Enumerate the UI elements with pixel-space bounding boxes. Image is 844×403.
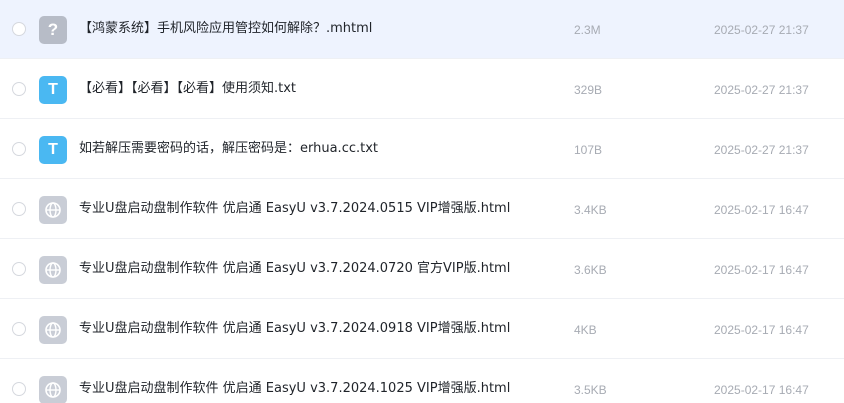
file-name[interactable]: 【必看】【必看】【必看】使用须知.txt	[79, 79, 296, 99]
file-name[interactable]: 专业U盘启动盘制作软件 优启通 EasyU v3.7.2024.0515 VIP…	[79, 199, 510, 219]
row-checkbox[interactable]	[12, 322, 26, 336]
file-list: ? 【鸿蒙系统】手机风险应用管控如何解除？.mhtml 2.3M 2025-02-27…	[0, 0, 844, 403]
globe-glyph	[45, 322, 61, 338]
row-checkbox[interactable]	[12, 262, 26, 276]
web-file-icon	[39, 316, 67, 344]
file-size: 4KB	[574, 323, 597, 337]
file-size: 329B	[574, 83, 603, 97]
file-date: 2025-02-17 16:47	[714, 263, 809, 277]
file-name[interactable]: 如若解压需要密码的话，解压密码是：erhua.cc.txt	[79, 139, 378, 159]
file-date: 2025-02-27 21:37	[714, 23, 809, 37]
file-name[interactable]: 专业U盘启动盘制作软件 优启通 EasyU v3.7.2024.0918 VIP…	[79, 319, 510, 339]
file-size: 3.4KB	[574, 203, 607, 217]
row-checkbox[interactable]	[12, 382, 26, 396]
row-checkbox[interactable]	[12, 202, 26, 216]
file-size: 2.3M	[574, 23, 601, 37]
file-name[interactable]: 专业U盘启动盘制作软件 优启通 EasyU v3.7.2024.1025 VIP…	[79, 379, 510, 399]
file-row[interactable]: 专业U盘启动盘制作软件 优启通 EasyU v3.7.2024.0720 官方V…	[0, 240, 844, 299]
file-row[interactable]: 专业U盘启动盘制作软件 优启通 EasyU v3.7.2024.1025 VIP…	[0, 360, 844, 403]
file-icon-glyph: T	[48, 81, 58, 98]
file-row[interactable]: T 【必看】【必看】【必看】使用须知.txt 329B 2025-02-27 21:3…	[0, 60, 844, 119]
web-file-icon	[39, 256, 67, 284]
file-date: 2025-02-17 16:47	[714, 203, 809, 217]
globe-glyph	[45, 202, 61, 218]
file-row[interactable]: T 如若解压需要密码的话，解压密码是：erhua.cc.txt 107B 2025-0…	[0, 120, 844, 179]
text-file-icon: T	[39, 136, 67, 164]
row-checkbox[interactable]	[12, 142, 26, 156]
web-file-icon	[39, 196, 67, 224]
file-icon-glyph: T	[48, 141, 58, 158]
file-row[interactable]: 专业U盘启动盘制作软件 优启通 EasyU v3.7.2024.0918 VIP…	[0, 300, 844, 359]
text-file-icon: T	[39, 76, 67, 104]
file-size: 107B	[574, 143, 603, 157]
file-name[interactable]: 专业U盘启动盘制作软件 优启通 EasyU v3.7.2024.0720 官方V…	[79, 259, 510, 279]
file-row[interactable]: 专业U盘启动盘制作软件 优启通 EasyU v3.7.2024.0515 VIP…	[0, 180, 844, 239]
file-date: 2025-02-17 16:47	[714, 323, 809, 337]
row-checkbox[interactable]	[12, 82, 26, 96]
file-icon-glyph: ?	[47, 20, 59, 39]
file-date: 2025-02-27 21:37	[714, 143, 809, 157]
row-checkbox[interactable]	[12, 22, 26, 36]
globe-glyph	[45, 382, 61, 398]
file-date: 2025-02-27 21:37	[714, 83, 809, 97]
file-row[interactable]: ? 【鸿蒙系统】手机风险应用管控如何解除？.mhtml 2.3M 2025-02-27…	[0, 0, 844, 59]
file-name[interactable]: 【鸿蒙系统】手机风险应用管控如何解除？.mhtml	[79, 19, 372, 39]
file-date: 2025-02-17 16:47	[714, 383, 809, 397]
file-size: 3.6KB	[574, 263, 607, 277]
file-size: 3.5KB	[574, 383, 607, 397]
globe-glyph	[45, 262, 61, 278]
web-file-icon	[39, 376, 67, 403]
unknown-file-icon: ?	[39, 16, 67, 44]
